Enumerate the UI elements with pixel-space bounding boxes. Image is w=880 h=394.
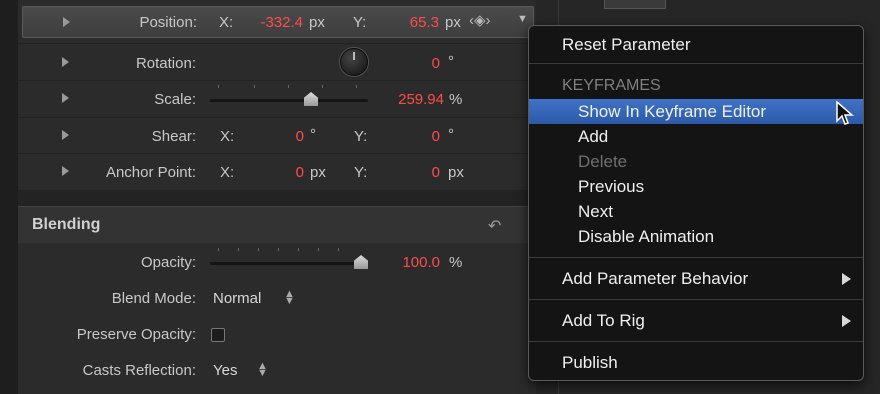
position-y-unit: px [445,14,461,31]
scale-slider[interactable] [210,99,368,102]
popup-stepper-icon[interactable]: ▲ ▼ [284,289,295,307]
scale-slider-knob[interactable] [304,92,318,106]
anchor-point-row: Anchor Point: X: 0 px Y: 0 px [18,154,536,190]
anchor-y-unit: px [448,164,464,181]
menu-header-keyframes: KEYFRAMES [529,74,863,99]
blend-mode-label: Blend Mode: [111,290,196,307]
rotation-label: Rotation: [135,55,196,72]
menu-separator [529,299,863,300]
menu-item-label: Add Parameter Behavior [562,269,749,288]
menu-item-add[interactable]: Add [529,124,863,149]
scale-unit: % [449,91,463,108]
anchor-y-value[interactable]: 0 [360,164,440,181]
menu-item-reset-parameter[interactable]: Reset Parameter [529,32,863,57]
blend-mode-popup[interactable]: Normal [213,290,261,307]
menu-item-add-to-rig[interactable]: Add To Rig [529,308,863,333]
disclosure-triangle-icon[interactable] [63,17,70,27]
slider-tick [288,85,289,88]
menu-item-label: Publish [562,353,618,372]
submenu-arrow-icon [842,315,851,327]
slider-tick [356,85,357,88]
menu-item-show-in-keyframe-editor[interactable]: Show In Keyframe Editor [529,99,863,124]
menu-item-previous[interactable]: Previous [529,174,863,199]
menu-item-label: Next [578,202,613,221]
menu-separator [529,341,863,342]
menu-item-label: Show In Keyframe Editor [578,102,767,121]
position-y-value[interactable]: 65.3 [359,14,439,31]
blending-section-header[interactable]: Blending ↶ [18,206,536,243]
position-row[interactable]: Position: X: -332.4 px Y: 65.3 px ‹◈› ▼ [22,6,534,38]
rotation-unit: ° [448,53,454,70]
menu-item-next[interactable]: Next [529,199,863,224]
inspector-panel: Position: X: -332.4 px Y: 65.3 px ‹◈› ▼ … [18,0,536,394]
menu-item-label: Add [578,127,609,146]
menu-item-label: Add To Rig [562,311,645,330]
slider-tick [298,248,299,251]
slider-tick [218,248,219,251]
shear-y-unit: ° [448,126,454,143]
menu-item-add-parameter-behavior[interactable]: Add Parameter Behavior [529,266,863,291]
context-menu: Reset Parameter KEYFRAMES Show In Keyfra… [528,25,864,381]
menu-item-publish[interactable]: Publish [529,350,863,375]
rotation-value[interactable]: 0 [360,55,440,72]
thumbnail [604,0,666,9]
disclosure-triangle-icon[interactable] [62,130,69,140]
mouse-pointer-icon [836,101,854,125]
reset-arrow-icon[interactable]: ↶ [488,216,501,236]
blending-title: Blending [32,216,101,233]
position-label: Position: [139,14,197,31]
section-gap [18,190,536,206]
anchor-x-value[interactable]: 0 [224,164,304,181]
preserve-opacity-row: Preserve Opacity: [18,316,536,352]
slider-tick [258,248,259,251]
menu-item-disable-animation[interactable]: Disable Animation [529,224,863,249]
disclosure-triangle-icon[interactable] [62,166,69,176]
menu-item-label: Delete [578,152,628,171]
casts-reflection-label: Casts Reflection: [82,362,196,379]
slider-tick [322,85,323,88]
slider-tick [254,85,255,88]
anchor-point-label: Anchor Point: [105,164,196,181]
opacity-label: Opacity: [140,254,196,271]
slider-tick [238,248,239,251]
slider-tick [338,248,339,251]
opacity-row: Opacity: 100.0 % [18,244,536,280]
scale-value[interactable]: 259.94 [364,91,444,108]
anchor-x-unit: px [310,164,326,181]
opacity-slider[interactable] [210,262,368,265]
menu-item-delete: Delete [529,149,863,174]
shear-x-unit: ° [310,126,316,143]
slider-tick [278,248,279,251]
menu-item-label: Reset Parameter [562,35,691,54]
blend-mode-row: Blend Mode: Normal ▲ ▼ [18,280,536,316]
shear-label: Shear: [151,128,196,145]
scale-row: Scale: 259.94 % [18,81,536,117]
rotation-row: Rotation: 0 ° [18,44,536,80]
slider-tick [218,85,219,88]
casts-reflection-row: Casts Reflection: Yes ▲ ▼ [18,352,536,388]
position-x-unit: px [309,14,325,31]
scale-label: Scale: [154,91,196,108]
disclosure-triangle-icon[interactable] [62,57,69,67]
position-x-value[interactable]: -332.4 [223,14,303,31]
popup-stepper-icon[interactable]: ▲ ▼ [257,361,268,379]
menu-separator [529,257,863,258]
preserve-opacity-checkbox[interactable] [211,328,225,342]
keyframe-nav-icon[interactable]: ‹◈› [469,11,491,29]
menu-chevron-down-icon[interactable]: ▼ [517,13,528,25]
shear-x-value[interactable]: 0 [224,128,304,145]
menu-item-label: Previous [578,177,645,196]
slider-tick [318,248,319,251]
preserve-opacity-label: Preserve Opacity: [76,326,196,343]
shear-y-value[interactable]: 0 [360,128,440,145]
shear-row: Shear: X: 0 ° Y: 0 ° [18,118,536,154]
menu-header-label: KEYFRAMES [562,77,661,94]
opacity-value[interactable]: 100.0 [360,254,440,271]
opacity-unit: % [449,254,463,271]
submenu-arrow-icon [842,273,851,285]
casts-reflection-popup[interactable]: Yes [213,362,237,379]
menu-separator [529,63,863,64]
disclosure-triangle-icon[interactable] [62,93,69,103]
menu-item-label: Disable Animation [578,227,715,246]
